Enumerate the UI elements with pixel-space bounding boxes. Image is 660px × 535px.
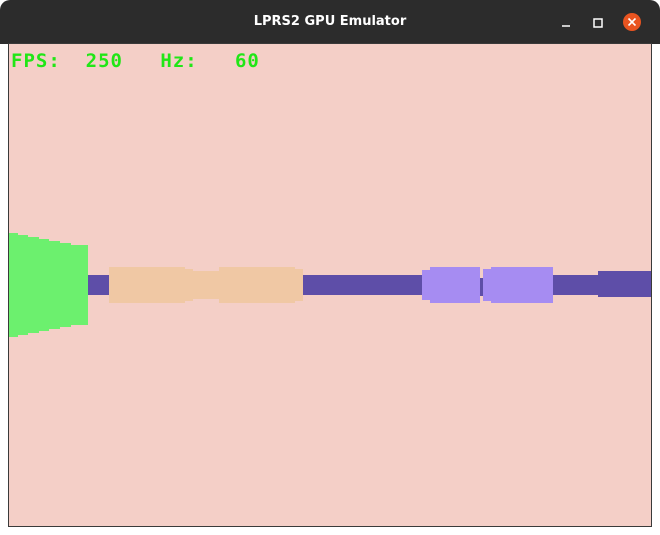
maximize-button[interactable] bbox=[589, 14, 607, 32]
lilac-block bbox=[422, 267, 553, 303]
close-button[interactable] bbox=[623, 13, 641, 31]
road-segment-left bbox=[87, 275, 109, 295]
fps-label: FPS: bbox=[11, 50, 61, 72]
minimize-button[interactable] bbox=[557, 14, 575, 32]
fps-value: 250 bbox=[85, 50, 123, 72]
road-segment-right bbox=[553, 275, 599, 295]
minimize-icon bbox=[562, 25, 570, 27]
scene-graphics bbox=[9, 233, 651, 337]
close-icon bbox=[627, 17, 637, 27]
road-segment-middle bbox=[303, 275, 425, 295]
maximize-icon bbox=[593, 18, 603, 28]
hud-overlay: FPS: 250 Hz: 60 bbox=[11, 50, 260, 72]
peach-block bbox=[109, 267, 303, 303]
road-segment-end bbox=[598, 271, 651, 297]
emulator-window: LPRS2 GPU Emulator FPS: 250 Hz: 60 bbox=[0, 0, 660, 535]
green-block bbox=[9, 233, 88, 337]
hz-label: Hz: bbox=[160, 50, 198, 72]
render-canvas[interactable]: FPS: 250 Hz: 60 bbox=[8, 43, 652, 527]
hz-value: 60 bbox=[234, 50, 260, 72]
title-bar[interactable]: LPRS2 GPU Emulator bbox=[0, 0, 660, 44]
